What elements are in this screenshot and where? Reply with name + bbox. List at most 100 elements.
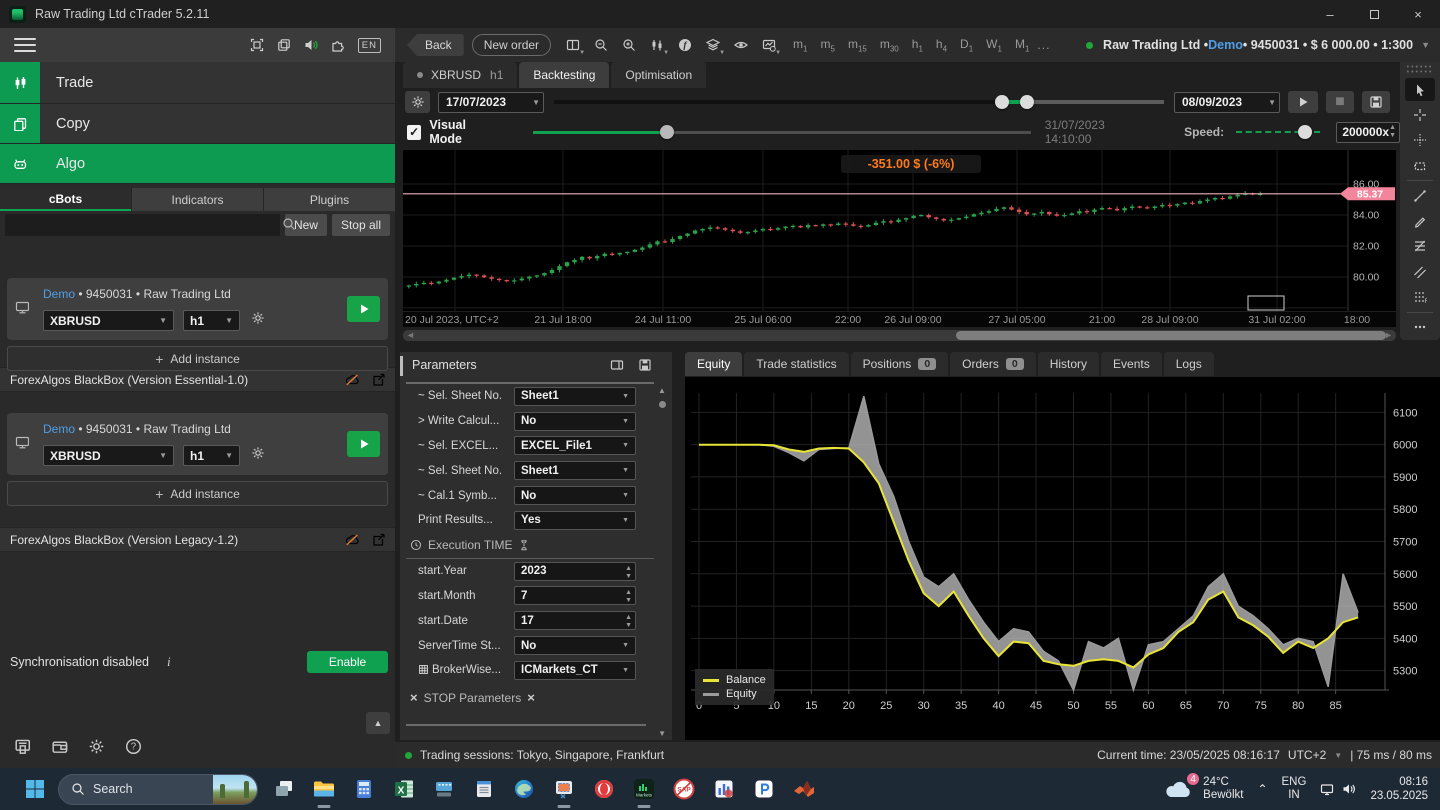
parameter-number-input[interactable]: 7▲▼ xyxy=(514,586,636,605)
stop-backtest-button[interactable]: ■ xyxy=(1326,91,1354,113)
taskbar-app-excel[interactable]: X xyxy=(388,774,419,805)
tab-chart-xbrusd[interactable]: XBRUSD h1 xyxy=(403,62,517,88)
add-instance-button[interactable]: +Add instance xyxy=(7,346,388,371)
range-handle-left[interactable] xyxy=(995,95,1009,109)
gear-icon[interactable] xyxy=(88,738,105,755)
layers-icon[interactable]: ▼ xyxy=(701,33,725,57)
tool-crosshair-alt-icon[interactable] xyxy=(1405,129,1435,152)
start-cbot-button[interactable] xyxy=(347,296,380,322)
save-parameters-icon[interactable] xyxy=(638,358,652,372)
volume-icon[interactable] xyxy=(1342,782,1356,796)
eye-icon[interactable] xyxy=(729,33,753,57)
taskbar-app-calculator[interactable] xyxy=(348,774,379,805)
timeframe-select[interactable]: h1▼ xyxy=(183,310,240,331)
timeframe-D1[interactable]: D1 xyxy=(956,34,977,56)
new-order-button[interactable]: New order xyxy=(472,34,551,56)
parameter-number-input[interactable]: 2023▲▼ xyxy=(514,562,636,581)
equity-chart-panel[interactable]: Balance Equity 5300540055005600570058005… xyxy=(685,377,1440,740)
close-button[interactable]: × xyxy=(1396,0,1440,28)
cloud-off-icon[interactable] xyxy=(345,373,359,387)
scroll-right-icon[interactable]: ► xyxy=(1384,330,1393,340)
timeframe-M1[interactable]: M1 xyxy=(1011,34,1033,56)
taskbar-app-stocks[interactable] xyxy=(708,774,739,805)
share-icon[interactable] xyxy=(371,533,385,547)
report-button[interactable] xyxy=(1362,91,1390,113)
tool-pencil-icon[interactable] xyxy=(1405,209,1435,232)
taskbar-app-file-explorer[interactable] xyxy=(308,774,339,805)
stop-all-button[interactable]: Stop all xyxy=(332,214,390,236)
help-icon[interactable]: ? xyxy=(125,738,142,755)
network-icon[interactable] xyxy=(1320,782,1334,796)
chart-settings-icon[interactable]: ▼ xyxy=(757,33,781,57)
backtest-range-slider[interactable] xyxy=(554,100,1164,104)
tray-chevron-up-icon[interactable]: ⌃ xyxy=(1257,782,1267,796)
taskbar-app-task-view[interactable] xyxy=(268,774,299,805)
symbol-select[interactable]: XBRUSD▼ xyxy=(43,310,174,331)
chart-type-icon[interactable]: ▼ xyxy=(645,33,669,57)
scroll-left-icon[interactable]: ◄ xyxy=(406,330,415,340)
drag-handle-icon[interactable]: •••••••••••• xyxy=(1407,65,1434,75)
sidebar-item-copy[interactable]: Copy xyxy=(0,104,395,144)
parameter-number-input[interactable]: 17▲▼ xyxy=(514,611,636,630)
range-handle-right[interactable] xyxy=(1020,95,1034,109)
f-circle-icon[interactable]: f xyxy=(673,33,697,57)
tab-orders[interactable]: Orders0 xyxy=(950,352,1036,376)
search-input[interactable]: Search xyxy=(58,774,258,805)
parameters-scrollbar[interactable]: ▲ xyxy=(656,386,668,706)
speed-slider[interactable] xyxy=(1236,131,1320,133)
timeframe-select[interactable]: h1▼ xyxy=(183,445,240,466)
tab-backtesting[interactable]: Backtesting xyxy=(519,62,609,88)
start-button[interactable] xyxy=(18,772,52,806)
tool-trend-line-icon[interactable] xyxy=(1405,184,1435,207)
parameter-select[interactable]: No▼ xyxy=(514,486,636,505)
gear-icon[interactable] xyxy=(251,446,265,460)
cbot-instance[interactable]: Demo • 9450031 • Raw Trading Ltd XBRUSD▼… xyxy=(7,278,388,340)
weather-widget[interactable]: 4 24°C Bewölkt xyxy=(1165,776,1243,802)
tool-crosshair-icon[interactable] xyxy=(1405,103,1435,126)
start-date-select[interactable]: 17/07/2023▼ xyxy=(438,92,544,113)
tool-channel-icon[interactable] xyxy=(1405,260,1435,283)
timeframe-h4[interactable]: h4 xyxy=(932,34,951,56)
backtest-settings-button[interactable] xyxy=(405,91,430,113)
end-date-select[interactable]: 08/09/2023▼ xyxy=(1174,92,1280,113)
taskbar-app-edge[interactable] xyxy=(508,774,539,805)
maximize-button[interactable] xyxy=(1352,0,1396,28)
start-cbot-button[interactable] xyxy=(347,431,380,457)
enable-sync-button[interactable]: Enable xyxy=(307,651,388,673)
atm-icon[interactable] xyxy=(14,738,31,755)
gear-icon[interactable] xyxy=(251,311,265,325)
wallet-icon[interactable] xyxy=(51,738,68,755)
windows-icon[interactable] xyxy=(277,38,291,52)
timeframe-m30[interactable]: m30 xyxy=(876,34,903,56)
language-badge[interactable]: EN xyxy=(358,38,381,53)
cbot-instance[interactable]: Demo • 9450031 • Raw Trading Ltd XBRUSD▼… xyxy=(7,413,388,475)
tab-events[interactable]: Events xyxy=(1101,352,1162,376)
sidebar-item-algo[interactable]: Algo xyxy=(0,144,395,184)
chart-horizontal-scrollbar[interactable]: ◄ ► xyxy=(403,330,1396,341)
bing-daily-image[interactable] xyxy=(213,775,257,804)
layout-icon[interactable]: ▼ xyxy=(561,33,585,57)
timeframe-W1[interactable]: W1 xyxy=(982,34,1006,56)
taskbar-app-remote-desktop[interactable] xyxy=(428,774,459,805)
tab-plugins[interactable]: Plugins xyxy=(264,188,395,211)
timeframe-m15[interactable]: m15 xyxy=(844,34,871,56)
taskbar-app-ctrader[interactable]: Markets xyxy=(628,774,659,805)
fullscreen-icon[interactable] xyxy=(250,38,264,52)
taskbar-app-opera[interactable] xyxy=(588,774,619,805)
tab-trade-statistics[interactable]: Trade statistics xyxy=(744,352,848,376)
tab-logs[interactable]: Logs xyxy=(1164,352,1214,376)
zoom-out-icon[interactable] xyxy=(589,33,613,57)
parameter-select[interactable]: ICMarkets_CT▼ xyxy=(514,661,636,680)
menu-icon[interactable] xyxy=(14,38,36,52)
parameter-select[interactable]: No▼ xyxy=(514,412,636,431)
back-button[interactable]: Back xyxy=(407,34,464,56)
cbot-header[interactable]: ForexAlgos BlackBox (Version Legacy-1.2) xyxy=(0,527,395,552)
taskbar-app-matlab[interactable] xyxy=(788,774,819,805)
minimize-button[interactable]: – xyxy=(1308,0,1352,28)
scrollbar-thumb[interactable] xyxy=(956,331,1386,340)
scroll-down-icon[interactable]: ▼ xyxy=(658,729,666,738)
parameter-select[interactable]: EXCEL_File1▼ xyxy=(514,436,636,455)
tool-pattern-icon[interactable]: F xyxy=(1405,285,1435,308)
clock-widget[interactable]: 08:16 23.05.2025 xyxy=(1370,775,1428,803)
tool-rect-select-icon[interactable] xyxy=(1405,154,1435,177)
